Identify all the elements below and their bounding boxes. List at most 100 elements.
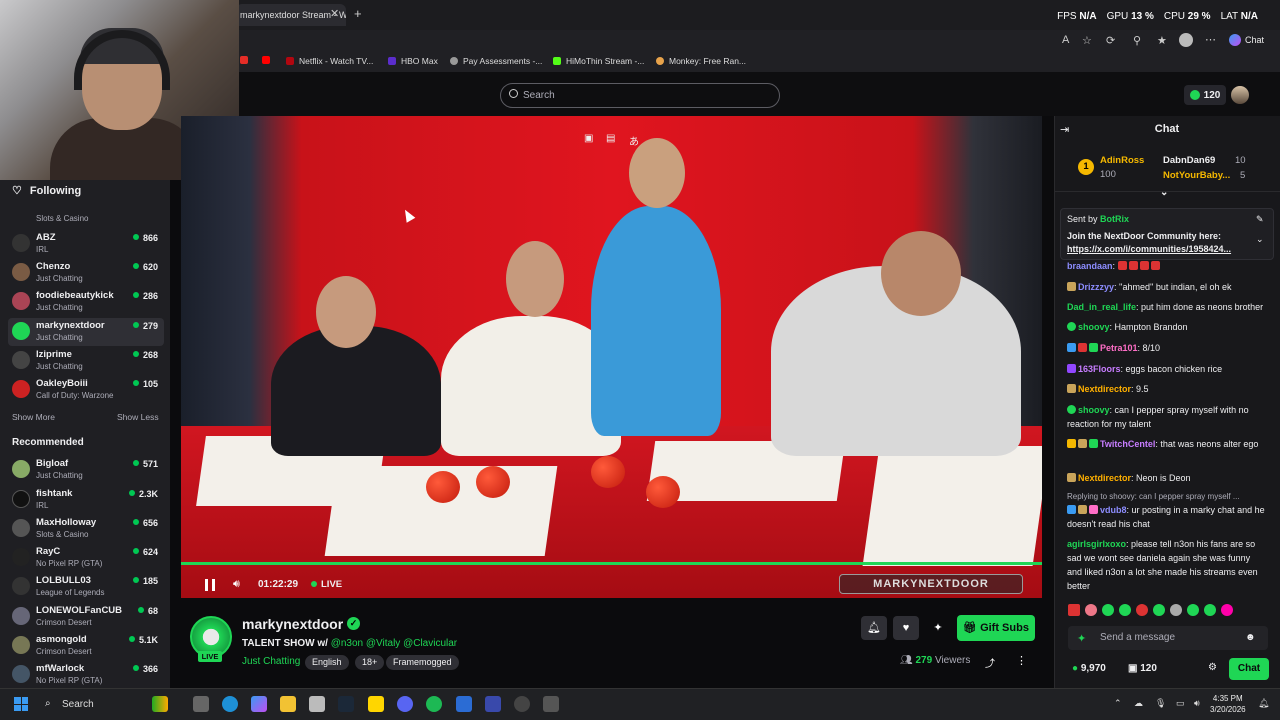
show-more-button[interactable]: Show More — [12, 412, 55, 422]
live-indicator: LIVE — [311, 579, 342, 590]
sidebar-channel-chenzo[interactable]: Chenzo Just Chatting 620 — [8, 259, 164, 287]
chat-bits[interactable]: ▣ 120 — [1128, 663, 1157, 674]
network-icon[interactable]: ▭ — [1176, 698, 1185, 709]
channel-name[interactable]: markynextdoor — [242, 616, 343, 632]
app-icon[interactable] — [514, 696, 530, 712]
emote-picker-icon[interactable]: ☻ — [1245, 632, 1256, 643]
pause-button[interactable] — [205, 579, 215, 591]
extensions-icon[interactable]: ⚲ — [1133, 34, 1141, 47]
leader-name[interactable]: AdinRoss — [1100, 155, 1144, 166]
translate-icon[interactable]: あ — [629, 133, 639, 148]
windows-start-icon[interactable] — [14, 697, 28, 711]
notification-bell-icon[interactable]: 🔔︎ — [1258, 698, 1269, 709]
tag-english[interactable]: English — [305, 655, 349, 670]
chat-input[interactable]: Send a message — [1068, 626, 1268, 650]
leader-name[interactable]: NotYourBaby... — [1163, 170, 1230, 181]
notification-bell-icon[interactable]: 🔔︎ — [861, 616, 887, 640]
close-tab-icon[interactable]: ✕ — [330, 7, 339, 20]
channel-points[interactable]: ● 9,970 — [1072, 663, 1106, 674]
profile-icon[interactable] — [1179, 33, 1193, 47]
sidebar-channel-rayc[interactable]: RayC No Pixel RP (GTA) 624 — [8, 544, 164, 572]
sidebar-channel-lonewolfancub[interactable]: LONEWOLFanCUB Crimson Desert 68 — [8, 603, 164, 631]
sidebar-channel-mfwarlock[interactable]: mfWarlock No Pixel RP (GTA) 366 — [8, 661, 164, 689]
expand-leaderboard-icon[interactable]: ⌄ — [1160, 187, 1168, 198]
sparkle-icon[interactable]: ✦ — [1077, 632, 1086, 645]
file-explorer-icon[interactable] — [280, 696, 296, 712]
bookmark-monkey[interactable]: Monkey: Free Ran... — [656, 56, 746, 66]
edge-icon[interactable] — [222, 696, 238, 712]
unpin-icon[interactable]: ✎ — [1256, 214, 1264, 225]
app-icon[interactable] — [456, 696, 472, 712]
pinned-link[interactable]: https://x.com/i/communities/1958424... — [1067, 244, 1231, 254]
show-less-button[interactable]: Show Less — [117, 412, 159, 422]
bookmark-himothin[interactable]: HiMoThin Stream -... — [553, 56, 644, 66]
gift-subs-button[interactable]: 🎁︎ Gift Subs — [957, 615, 1035, 641]
app-icon[interactable] — [368, 696, 384, 712]
spotify-icon[interactable] — [426, 696, 442, 712]
bits-icon — [1189, 90, 1200, 100]
follow-heart-icon[interactable]: ♥ — [893, 616, 919, 640]
sidebar-channel-maxholloway[interactable]: MaxHolloway Slots & Casino 656 — [8, 515, 164, 543]
bookmark-icon[interactable] — [240, 56, 248, 64]
avatar — [12, 577, 30, 595]
app-icon[interactable] — [485, 696, 501, 712]
tray-chevron-icon[interactable]: ⌃ — [1114, 698, 1122, 709]
search-input[interactable]: Search — [500, 83, 780, 108]
bits-button[interactable]: 120 — [1184, 85, 1226, 105]
steam-icon[interactable] — [338, 696, 354, 712]
avatar — [12, 665, 30, 683]
video-player[interactable] — [181, 116, 1042, 598]
read-aloud-icon[interactable]: A — [1062, 34, 1069, 46]
chevron-down-icon[interactable]: ⌄ — [1256, 234, 1264, 245]
youtube-icon[interactable] — [262, 56, 270, 64]
task-view-icon[interactable] — [193, 696, 209, 712]
volume-icon[interactable]: 🔊︎ — [233, 578, 240, 591]
chat-settings-icon[interactable]: ⚙ — [1208, 662, 1217, 673]
bookmark-hbo[interactable]: HBO Max — [388, 56, 438, 66]
clip-icon[interactable]: ▤ — [606, 133, 615, 144]
copilot-chat-button[interactable]: Chat — [1229, 34, 1264, 46]
favorite-icon[interactable]: ☆ — [1082, 34, 1092, 47]
sidebar-channel-lolbull03[interactable]: LOLBULL03 League of Legends 185 — [8, 573, 164, 601]
new-tab-icon[interactable]: + — [354, 6, 362, 21]
stream-category-link[interactable]: Just Chatting — [242, 656, 300, 667]
store-icon[interactable] — [309, 696, 325, 712]
tag-18plus[interactable]: 18+ — [355, 655, 385, 670]
more-options-icon[interactable]: ⋮ — [1016, 654, 1027, 667]
sidebar-channel-abz[interactable]: ABZ IRL 866 — [8, 230, 164, 258]
refresh-icon[interactable]: ⟳ — [1106, 34, 1115, 47]
avatar — [12, 263, 30, 281]
bookmark-pay[interactable]: Pay Assessments -... — [450, 56, 542, 66]
user-avatar[interactable] — [1231, 86, 1249, 104]
video-progress-bar[interactable] — [181, 562, 1042, 565]
sidebar-channel-bigloaf[interactable]: Bigloaf Just Chatting 571 — [8, 456, 164, 484]
bookmark-netflix[interactable]: Netflix - Watch TV... — [286, 56, 373, 66]
volume-icon[interactable]: 🔊︎ — [1194, 698, 1200, 709]
sidebar-channel-markynextdoor[interactable]: markynextdoor Just Chatting 279 — [8, 318, 164, 346]
leader-name[interactable]: DabnDan69 — [1163, 155, 1215, 166]
app-icon[interactable] — [543, 696, 559, 712]
pinned-sender: Sent by BotRix — [1067, 214, 1130, 224]
sidebar-channel-oakleyboiii[interactable]: OakleyBoiii Call of Duty: Warzone 105 — [8, 376, 164, 404]
copilot-icon[interactable] — [251, 696, 267, 712]
sparkle-icon[interactable]: ✦ — [925, 616, 951, 640]
system-clock[interactable]: 4:35 PM 3/20/2026 — [1210, 693, 1246, 715]
tag-framemogged[interactable]: Framemogged — [386, 655, 459, 670]
mic-icon[interactable]: 🎙︎ — [1155, 698, 1166, 709]
cloud-icon[interactable]: ☁ — [1134, 698, 1143, 709]
chat-message: agirlsgirlxoxo: please tell n3on his fan… — [1067, 539, 1258, 591]
theatre-mode-icon[interactable]: ▣ — [584, 133, 593, 144]
sidebar-channel-lziprime[interactable]: lziprime Just Chatting 268 — [8, 347, 164, 375]
sidebar-channel-foodiebeautykick[interactable]: foodiebeautykick Just Chatting 286 — [8, 288, 164, 316]
menu-icon[interactable]: ⋯ — [1205, 33, 1216, 46]
widgets-icon[interactable] — [152, 696, 168, 712]
discord-icon[interactable] — [397, 696, 413, 712]
emote-bar[interactable] — [1068, 604, 1268, 618]
reply-context[interactable]: Replying to shoovy: can I pepper spray m… — [1067, 490, 1267, 504]
following-header: ♡ Following — [12, 184, 82, 198]
sidebar-channel-fishtank[interactable]: fishtank IRL 2.3K — [8, 486, 164, 514]
chat-send-button[interactable]: Chat — [1229, 658, 1269, 680]
favorites-icon[interactable]: ★ — [1157, 34, 1167, 47]
share-icon[interactable]: ⤴ — [985, 655, 995, 670]
sidebar-channel-asmongold[interactable]: asmongold Crimson Desert 5.1K — [8, 632, 164, 660]
